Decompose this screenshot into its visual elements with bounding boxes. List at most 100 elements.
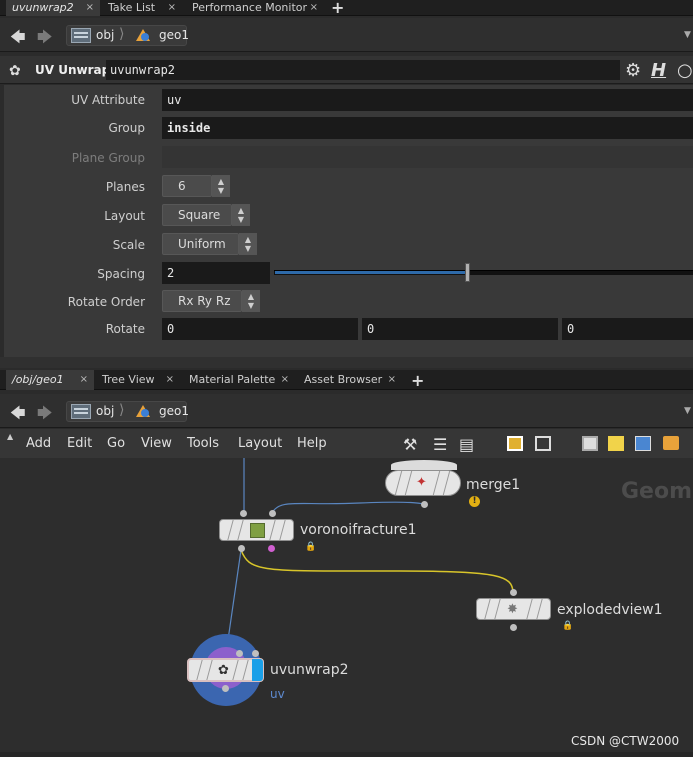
node-type-label: UV Unwrap [35,63,111,77]
uvunwrap-node[interactable]: ✿ [187,658,264,682]
uv-unwrap-icon: ✿ [218,663,229,678]
parameter-header: ✿ UV Unwrap uvunwrap2 ⚙ H ○ [0,56,693,84]
tab-label: Asset Browser [304,373,383,386]
menu-layout[interactable]: Layout [238,436,282,451]
add-tab-icon[interactable]: + [411,371,424,390]
menu-view[interactable]: View [141,436,172,451]
plane-group-field [162,146,693,168]
rotate-order-arrows-icon[interactable]: ▲ ▼ [242,290,260,312]
menu-help[interactable]: Help [297,436,327,451]
uvunwrap-input-port-2[interactable] [252,650,259,657]
merge-output-port[interactable] [421,501,428,508]
bottom-path-bar: 🡄 🡆 obj ⟩ geo1 ▼ [0,394,693,428]
planes-stepper[interactable]: ▲ ▼ [212,175,230,197]
tab-take-list[interactable]: Take List × [102,0,182,16]
rotate-order-menu[interactable]: Rx Ry Rz [162,290,242,312]
list-mode-icon[interactable]: ▤ [459,435,474,454]
wire-voronoi-to-uvunwrap [227,549,242,641]
close-icon[interactable]: × [86,0,94,15]
wire-voronoi-to-exploded [240,549,514,593]
close-icon[interactable]: × [166,370,174,390]
pane-splitter[interactable] [0,357,693,368]
gear-icon[interactable]: ⚙ [625,60,641,81]
tab-tree-view[interactable]: Tree View × [96,370,180,390]
exploded-view-icon: ✸ [507,602,518,617]
close-icon[interactable]: × [168,0,176,15]
background-image-icon[interactable] [635,436,651,451]
rotate-z-field[interactable]: 0 [562,318,693,340]
list-view-icon[interactable] [535,436,551,451]
breadcrumb-geo[interactable]: geo1 [159,404,189,418]
scale-menu[interactable]: Uniform [162,233,239,255]
voronoi-input-port-1[interactable] [240,510,247,517]
exploded-node[interactable]: ✸ [476,598,551,620]
tools-icon[interactable]: ⚒ [403,435,417,454]
group-field[interactable]: inside [162,117,693,139]
forward-arrow-icon[interactable]: 🡆 [37,27,53,52]
tab-performance-monitor[interactable]: Performance Monitor × [186,0,324,16]
layout-menu-arrows-icon[interactable]: ▲ ▼ [232,204,250,226]
voronoi-output-port-2[interactable] [268,545,275,552]
back-arrow-icon[interactable]: 🡄 [10,403,26,428]
uvunwrap-input-port-1[interactable] [236,650,243,657]
display-options-icon[interactable] [582,436,598,451]
breadcrumb-obj[interactable]: obj [96,404,114,418]
rotate-y-field[interactable]: 0 [362,318,558,340]
grid-view-icon[interactable] [507,436,523,451]
chevron-down-icon[interactable]: ▼ [684,406,691,416]
exploded-output-port[interactable] [510,624,517,631]
network-editor[interactable]: ✦ merge1 ! Geom voronoifracture1 🔒 ✸ exp… [0,458,693,757]
tab-asset-browser[interactable]: Asset Browser × [298,370,402,390]
forward-arrow-icon[interactable]: 🡆 [37,403,53,428]
lock-icon: 🔒 [562,621,574,631]
breadcrumb-separator-icon: ⟩ [119,26,125,42]
breadcrumb-separator-icon: ⟩ [119,402,125,418]
close-icon[interactable]: × [310,0,318,15]
breadcrumb-geo[interactable]: geo1 [159,28,189,42]
node-name-field[interactable]: uvunwrap2 [106,60,620,80]
voronoi-node[interactable] [219,519,294,541]
menu-add[interactable]: Add [26,436,51,451]
menu-tools[interactable]: Tools [187,436,219,451]
exploded-input-port[interactable] [510,589,517,596]
tab-material-palette[interactable]: Material Palette × [183,370,295,390]
network-box-icon[interactable] [663,436,679,450]
scale-menu-arrows-icon[interactable]: ▲ ▼ [239,233,257,255]
credit-text: CSDN @CTW2000 [571,734,680,748]
help-icon[interactable]: H [651,60,666,81]
voronoi-input-port-2[interactable] [269,510,276,517]
tree-layout-icon[interactable]: ☰ [433,435,447,454]
spacing-slider-handle[interactable] [464,263,470,282]
back-arrow-icon[interactable]: 🡄 [10,27,26,52]
bottom-ruler [0,752,693,757]
menu-go[interactable]: Go [107,436,125,451]
uv-unwrap-icon: ✿ [9,63,21,79]
planes-field[interactable]: 6 [162,175,212,197]
voronoi-icon [250,523,265,538]
close-icon[interactable]: × [388,370,396,390]
menu-edit[interactable]: Edit [67,436,92,451]
collapse-arrow-icon[interactable]: ▲ [7,432,13,441]
rotate-x-field[interactable]: 0 [162,318,358,340]
merge-node[interactable]: ✦ [385,470,461,496]
search-icon[interactable]: ○ [677,60,693,81]
tab-label: Take List [108,1,156,14]
warning-icon: ! [469,496,480,507]
sticky-note-icon[interactable] [608,436,624,451]
breadcrumb-obj[interactable]: obj [96,28,114,42]
uvunwrap-output-port[interactable] [222,685,229,692]
close-icon[interactable]: × [281,370,289,390]
uv-attribute-field[interactable]: uv [162,89,693,111]
tab-uvunwrap2[interactable]: uvunwrap2 × [6,0,100,16]
chevron-down-icon[interactable]: ▼ [684,30,691,40]
group-label: Group [108,121,145,135]
top-path-bar: 🡄 🡆 obj ⟩ geo1 ▼ [0,18,693,52]
voronoi-output-port[interactable] [238,545,245,552]
layout-menu[interactable]: Square [162,204,232,226]
spacing-field[interactable]: 2 [162,262,270,284]
tab-obj-geo1[interactable]: /obj/geo1 × [6,370,94,390]
add-tab-icon[interactable]: + [331,0,344,17]
scale-label: Scale [112,238,145,252]
close-icon[interactable]: × [80,370,88,390]
display-flag[interactable] [252,659,263,681]
